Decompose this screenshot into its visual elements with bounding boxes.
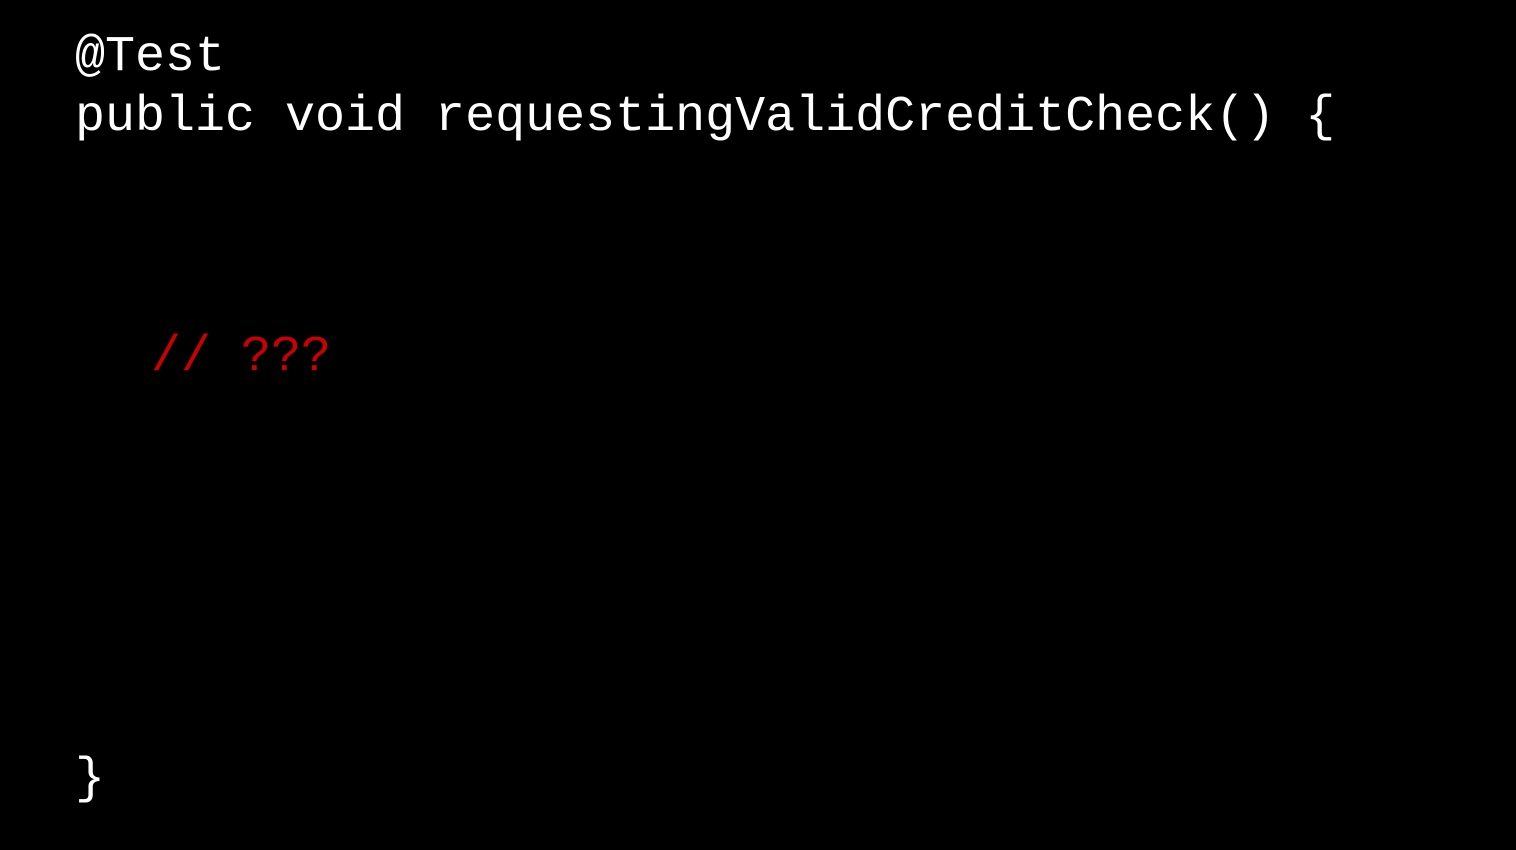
code-slide: @Test public void requestingValidCreditC… bbox=[0, 0, 1516, 850]
method-signature: public void requestingValidCreditCheck()… bbox=[75, 89, 1336, 146]
test-annotation: @Test bbox=[75, 29, 226, 86]
closing-brace: } bbox=[75, 751, 106, 808]
placeholder-comment: // ??? bbox=[151, 329, 332, 386]
